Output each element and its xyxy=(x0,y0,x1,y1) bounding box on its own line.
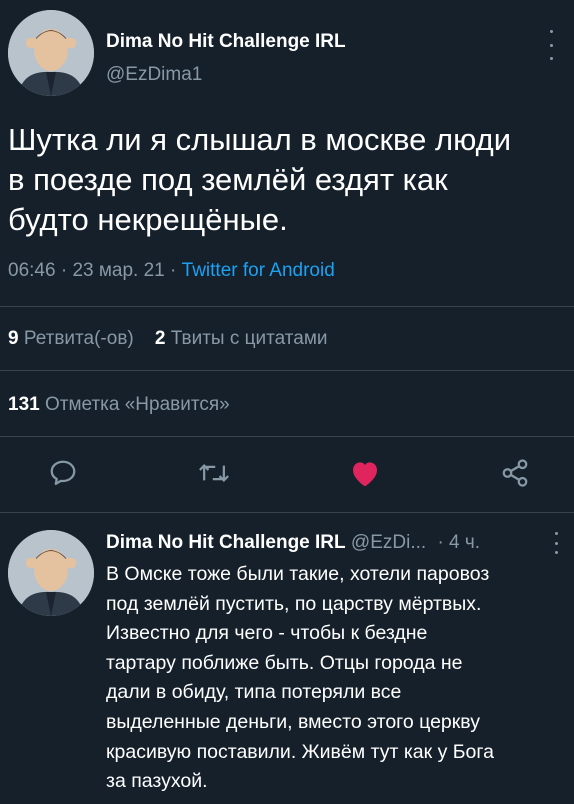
retweet-icon xyxy=(199,464,229,482)
divider xyxy=(0,306,574,307)
retweet-button[interactable] xyxy=(198,458,230,488)
reply-text-line: под землёй пустить, по царству мёртвых. xyxy=(106,592,482,615)
share-icon xyxy=(502,459,528,487)
heart-icon xyxy=(353,462,377,487)
reply-text-line: Известно для чего - чтобы к бездне xyxy=(106,622,428,645)
tweet-text: Шутка ли я слышал в москве люди в поезде… xyxy=(8,120,568,240)
divider xyxy=(0,436,574,437)
likes-count: 131 xyxy=(8,394,40,415)
author-name[interactable]: Dima No Hit Challenge IRL xyxy=(106,31,346,53)
tweet-text-line: Шутка ли я слышал в москве люди xyxy=(8,122,512,157)
divider xyxy=(0,512,574,513)
author-avatar[interactable] xyxy=(8,10,94,96)
tweet-text-line: в поезде под землёй ездят как xyxy=(8,162,448,197)
quotes-label: Твиты с цитатами xyxy=(170,328,328,349)
tweet-time: 06:46 xyxy=(8,260,56,281)
tweet-source-link[interactable]: Twitter for Android xyxy=(182,260,335,281)
reply-text-line: красивую поставили. Живём тут как у Бога xyxy=(106,740,494,763)
tweet-stats-row: 9 Ретвита(-ов) 2 Твиты с цитатами xyxy=(8,328,328,350)
reply-button[interactable] xyxy=(48,458,78,488)
speech-bubble-icon xyxy=(50,460,76,485)
reply-time[interactable]: · 4 ч. xyxy=(437,532,480,553)
reply-text-line: тартару поближе быть. Отцы города не xyxy=(106,651,463,674)
share-button[interactable] xyxy=(500,458,530,488)
avatar-image xyxy=(8,530,94,616)
likes-stat[interactable]: 131 Отметка «Нравится» xyxy=(8,394,230,416)
reply-text-line: В Омске тоже были такие, хотели паровоз xyxy=(106,563,490,585)
tweet-meta: 06:46 · 23 мар. 21 · Twitter for Android xyxy=(8,260,335,281)
retweets-stat[interactable]: 9 Ретвита(-ов) xyxy=(8,328,134,349)
retweets-label: Ретвита(-ов) xyxy=(23,328,134,349)
divider xyxy=(0,370,574,371)
like-button[interactable] xyxy=(349,458,381,488)
reply-author-handle[interactable]: @EzDi... xyxy=(351,532,426,553)
reply-author-name[interactable]: Dima No Hit Challenge IRL xyxy=(106,532,346,553)
retweets-count: 9 xyxy=(8,328,19,349)
reply-text-line: выделенные деньги, вместо этого церкву xyxy=(106,710,480,733)
reply-header: Dima No Hit Challenge IRL @EzDi... · 4 ч… xyxy=(106,532,480,554)
quotes-count: 2 xyxy=(154,328,166,349)
reply-text: В Омске тоже были такие, хотели паровоз … xyxy=(106,560,571,797)
avatar-image xyxy=(8,10,94,96)
reply-text-line: дали в обиду, типа потеряли все xyxy=(106,681,402,704)
quotes-stat[interactable]: 2 Твиты с цитатами xyxy=(155,328,328,349)
reply-author-avatar[interactable] xyxy=(8,530,94,616)
tweet-date: 23 мар. 21 xyxy=(72,260,165,281)
author-handle[interactable]: @EzDima1 xyxy=(106,64,202,86)
likes-label: Отметка «Нравится» xyxy=(44,394,230,415)
more-options-icon[interactable] xyxy=(545,30,557,60)
reply-more-options-icon[interactable] xyxy=(550,532,562,554)
reply-text-line: за пазухой. xyxy=(106,770,208,793)
tweet-text-line: будто некрещёные. xyxy=(8,202,288,237)
